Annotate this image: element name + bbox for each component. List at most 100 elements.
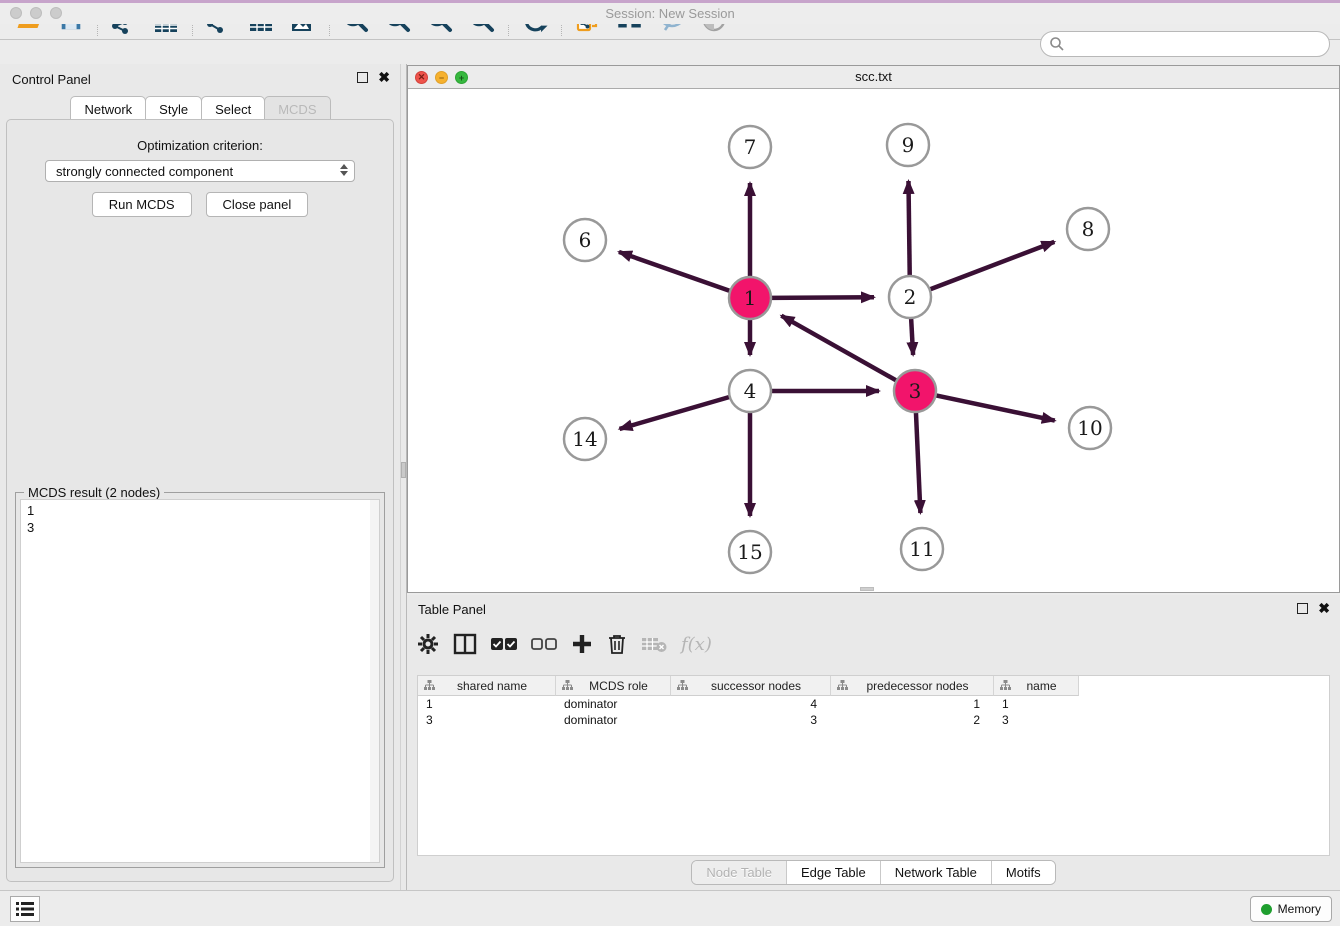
cell-MCDS-role[interactable]: dominator: [556, 712, 671, 728]
node-table[interactable]: shared nameMCDS rolesuccessor nodesprede…: [417, 675, 1330, 856]
tab-edge-table[interactable]: Edge Table: [787, 861, 881, 884]
maximize-window-icon[interactable]: [50, 7, 62, 19]
edge-2-8[interactable]: [930, 242, 1055, 290]
close-panel-icon[interactable]: ✖: [378, 72, 390, 83]
node-label: 9: [902, 133, 915, 157]
node-label: 14: [572, 427, 597, 451]
cell-predecessor-nodes[interactable]: 1: [831, 696, 994, 712]
node-10[interactable]: 10: [1069, 407, 1111, 449]
node-6[interactable]: 6: [564, 219, 606, 261]
node-9[interactable]: 9: [887, 124, 929, 166]
deselect-all-icon: [531, 637, 557, 651]
table-rows: 1dominator4113dominator323: [418, 696, 1329, 728]
network-window-titlebar[interactable]: ✕ − + scc.txt: [408, 66, 1339, 89]
node-label: 4: [744, 379, 757, 403]
application-window: Session: New Session: [0, 0, 1340, 926]
column-header-shared-name[interactable]: shared name: [418, 676, 556, 696]
show-columns-button[interactable]: [453, 628, 477, 660]
node-label: 7: [744, 135, 757, 159]
node-2[interactable]: 2: [889, 276, 931, 318]
mcds-result-group: MCDS result (2 nodes) 1 3: [15, 492, 385, 868]
node-1[interactable]: 1: [729, 277, 771, 319]
mcds-result-scrollbar[interactable]: [370, 500, 379, 862]
mcds-tab-content: Optimization criterion: strongly connect…: [6, 119, 394, 882]
edge-4-14[interactable]: [620, 397, 730, 429]
cell-shared-name[interactable]: 1: [418, 696, 556, 712]
cell-name[interactable]: 3: [994, 712, 1079, 728]
cell-shared-name[interactable]: 3: [418, 712, 556, 728]
vertical-splitter[interactable]: [400, 64, 407, 890]
search-icon: [1049, 36, 1065, 52]
node-8[interactable]: 8: [1067, 208, 1109, 250]
delete-table-button[interactable]: [641, 628, 667, 660]
memory-label: Memory: [1278, 902, 1321, 916]
table-panel-header: Table Panel ✖: [407, 595, 1340, 619]
node-label: 15: [737, 540, 762, 564]
minimize-window-icon[interactable]: [30, 7, 42, 19]
node-4[interactable]: 4: [729, 370, 771, 412]
columns-icon: [453, 633, 477, 655]
tab-network-table[interactable]: Network Table: [881, 861, 992, 884]
control-panel-title: Control Panel: [12, 72, 91, 87]
edge-3-11[interactable]: [916, 412, 920, 513]
search-input[interactable]: [1065, 33, 1329, 55]
node-15[interactable]: 15: [729, 531, 771, 573]
node-label: 11: [909, 537, 934, 561]
network-close-icon[interactable]: ✕: [415, 71, 428, 84]
node-14[interactable]: 14: [564, 418, 606, 460]
edge-1-6[interactable]: [619, 252, 730, 291]
tab-node-table[interactable]: Node Table: [692, 861, 787, 884]
run-mcds-button[interactable]: Run MCDS: [92, 192, 192, 217]
column-header-name[interactable]: name: [994, 676, 1079, 696]
select-all-button[interactable]: [491, 628, 517, 660]
mcds-result-text[interactable]: 1 3: [20, 499, 380, 863]
search-box[interactable]: [1040, 31, 1330, 57]
float-table-panel-icon[interactable]: [1297, 603, 1308, 614]
status-bar: Memory: [0, 890, 1340, 926]
cell-name[interactable]: 1: [994, 696, 1079, 712]
apply-function-button[interactable]: f(x): [681, 628, 712, 660]
table-row[interactable]: 1dominator411: [418, 696, 1329, 712]
tab-motifs[interactable]: Motifs: [992, 861, 1055, 884]
node-label: 1: [744, 286, 757, 310]
traffic-lights[interactable]: [10, 7, 62, 19]
network-canvas[interactable]: 7 9 6 8 1 2 4 3 14 10 15 11: [408, 89, 1339, 592]
close-table-panel-icon[interactable]: ✖: [1318, 603, 1330, 614]
window-title: Session: New Session: [0, 3, 1340, 24]
splitter-grip[interactable]: [401, 462, 406, 478]
title-bar[interactable]: Session: New Session: [0, 3, 1340, 24]
add-row-button[interactable]: [571, 628, 593, 660]
cell-successor-nodes[interactable]: 3: [671, 712, 831, 728]
edge-1-2[interactable]: [771, 297, 874, 298]
edge-3-1[interactable]: [781, 316, 896, 381]
edge-2-3[interactable]: [911, 318, 913, 355]
canvas-resize-grip[interactable]: [860, 587, 874, 591]
table-settings-button[interactable]: [417, 628, 439, 660]
cell-successor-nodes[interactable]: 4: [671, 696, 831, 712]
deselect-all-button[interactable]: [531, 628, 557, 660]
close-window-icon[interactable]: [10, 7, 22, 19]
node-7[interactable]: 7: [729, 126, 771, 168]
edge-3-10[interactable]: [936, 395, 1055, 420]
node-label: 3: [909, 379, 922, 403]
column-header-MCDS-role[interactable]: MCDS role: [556, 676, 671, 696]
table-row[interactable]: 3dominator323: [418, 712, 1329, 728]
memory-button[interactable]: Memory: [1250, 896, 1332, 922]
optimization-criterion-value: strongly connected component: [56, 164, 233, 179]
task-history-button[interactable]: [10, 896, 40, 922]
network-minimize-icon[interactable]: −: [435, 71, 448, 84]
float-panel-icon[interactable]: [357, 72, 368, 83]
column-header-predecessor-nodes[interactable]: predecessor nodes: [831, 676, 994, 696]
node-11[interactable]: 11: [901, 528, 943, 570]
delete-row-button[interactable]: [607, 628, 627, 660]
cell-MCDS-role[interactable]: dominator: [556, 696, 671, 712]
column-header-successor-nodes[interactable]: successor nodes: [671, 676, 831, 696]
node-label: 8: [1082, 217, 1095, 241]
optimization-criterion-select[interactable]: strongly connected component: [45, 160, 355, 182]
node-3[interactable]: 3: [894, 370, 936, 412]
close-panel-button[interactable]: Close panel: [206, 192, 309, 217]
cell-predecessor-nodes[interactable]: 2: [831, 712, 994, 728]
mcds-result-title: MCDS result (2 nodes): [24, 485, 164, 500]
network-maximize-icon[interactable]: +: [455, 71, 468, 84]
edge-2-9[interactable]: [908, 181, 909, 276]
